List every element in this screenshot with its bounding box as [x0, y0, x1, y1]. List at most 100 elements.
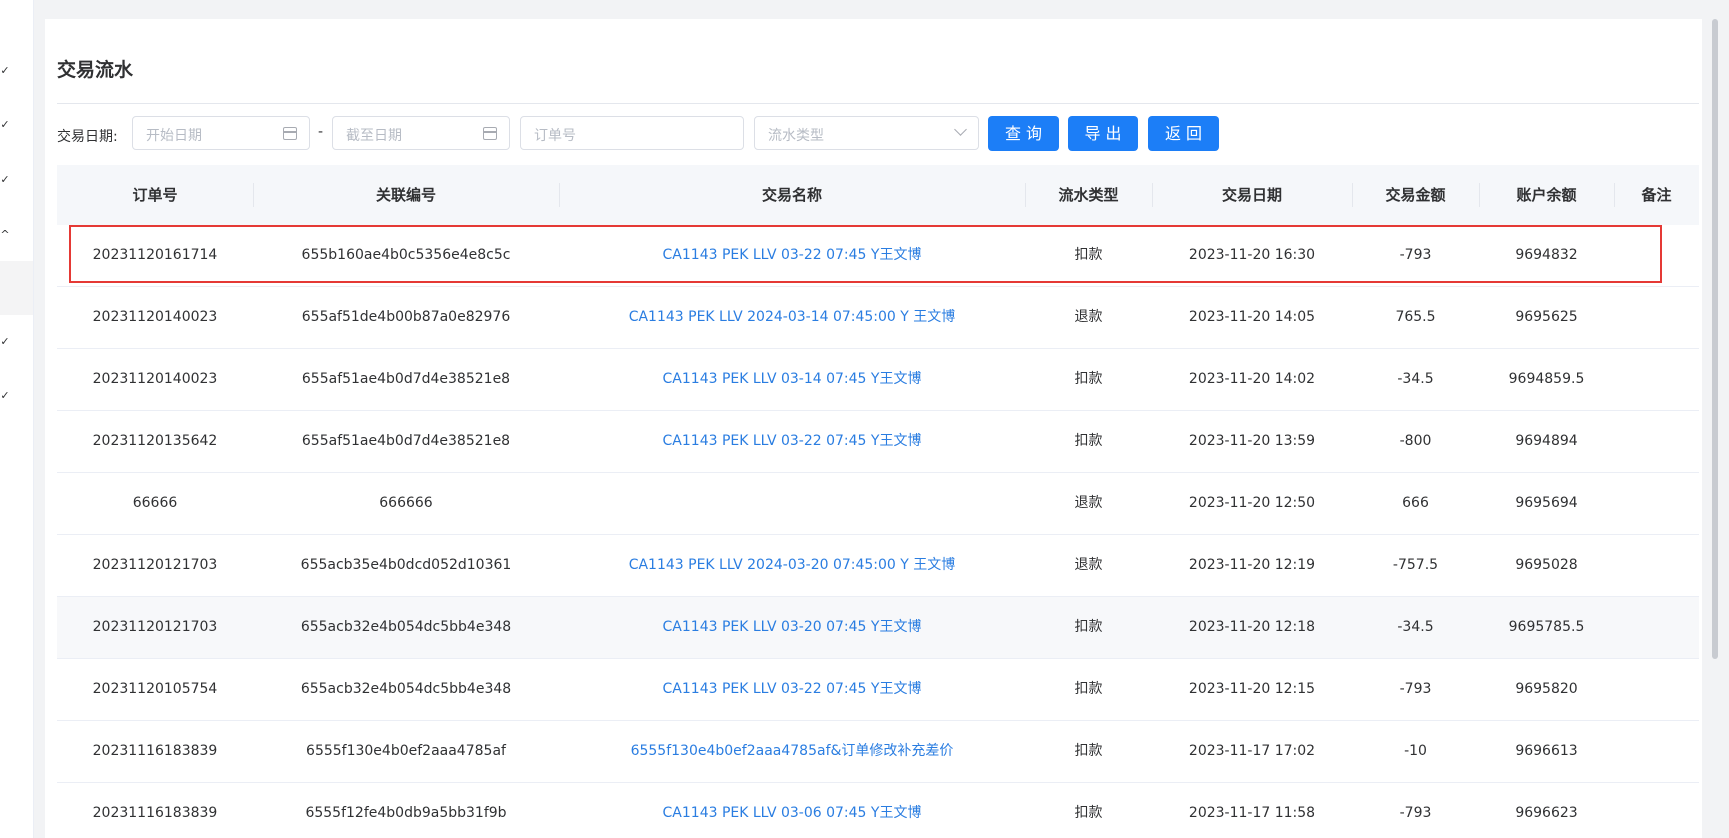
export-button[interactable]: 导 出: [1068, 116, 1138, 151]
cell-type: 退款: [1074, 495, 1103, 511]
vertical-scrollbar[interactable]: [1712, 19, 1718, 659]
cell-date: 2023-11-20 14:05: [1188, 309, 1316, 325]
cell-ref-no: 6555f130e4b0ef2aaa4785af: [306, 743, 506, 759]
cell-order-no: 20231120161714: [92, 247, 218, 263]
cell-remark: [1614, 597, 1699, 658]
cell-balance: 9695028: [1515, 557, 1578, 573]
cell-name[interactable]: CA1143 PEK LLV 2024-03-20 07:45:00 Y 王文博: [559, 535, 1025, 596]
cell-remark: [1614, 349, 1699, 410]
col-header-remark[interactable]: 备注: [1614, 165, 1699, 225]
col-header-order-no[interactable]: 订单号: [57, 165, 253, 225]
cell-type: 退款: [1074, 309, 1103, 325]
cell-order-no: 20231120140023: [92, 309, 218, 325]
cell-amount: 765.5: [1395, 309, 1436, 325]
cell-name[interactable]: CA1143 PEK LLV 03-22 07:45 Y王文博: [559, 411, 1025, 472]
col-header-name[interactable]: 交易名称: [559, 165, 1025, 225]
title-divider: [57, 103, 1699, 104]
chevron-down-icon[interactable]: ✓: [0, 390, 10, 401]
table-row[interactable]: 20231120135642 655af51ae4b0d7d4e38521e8 CA…: [57, 411, 1699, 473]
cell-ref-no: 655af51ae4b0d7d4e38521e8: [301, 371, 511, 387]
date-separator: -: [318, 124, 324, 140]
cell-ref-no: 655acb32e4b054dc5bb4e348: [300, 619, 512, 635]
cell-amount: -800: [1399, 433, 1432, 449]
back-button[interactable]: 返 回: [1148, 116, 1219, 151]
cell-name[interactable]: 6555f130e4b0ef2aaa4785af&订单修改补充差价: [559, 721, 1025, 782]
cell-remark: [1614, 473, 1699, 534]
chevron-down-icon[interactable]: ✓: [0, 65, 10, 76]
cell-remark: [1614, 659, 1699, 720]
cell-date: 2023-11-20 12:15: [1188, 681, 1316, 697]
cell-name[interactable]: CA1143 PEK LLV 2024-03-14 07:45:00 Y 王文博: [559, 287, 1025, 348]
cell-order-no: 20231120121703: [92, 619, 218, 635]
cell-name[interactable]: [559, 473, 1025, 534]
cell-type: 扣款: [1074, 681, 1103, 697]
table-row[interactable]: 20231120105754 655acb32e4b054dc5bb4e348 CA…: [57, 659, 1699, 721]
cell-ref-no: 6555f12fe4b0db9a5bb31f9b: [305, 805, 507, 821]
table-row[interactable]: 20231120140023 655af51de4b00b87a0e82976 CA…: [57, 287, 1699, 349]
end-date-placeholder: 截至日期: [346, 128, 402, 144]
cell-ref-no: 655af51ae4b0d7d4e38521e8: [301, 433, 511, 449]
table-row[interactable]: 20231116183839 6555f130e4b0ef2aaa4785af 65…: [57, 721, 1699, 783]
cell-amount: -34.5: [1397, 619, 1434, 635]
chevron-down-icon: [954, 123, 967, 136]
start-date-input[interactable]: 开始日期: [132, 116, 310, 150]
query-button[interactable]: 查 询: [988, 116, 1059, 151]
table-row[interactable]: 20231120121703 655acb35e4b0dcd052d10361 CA…: [57, 535, 1699, 597]
cell-balance: 9695694: [1515, 495, 1578, 511]
cell-amount: 666: [1402, 495, 1429, 511]
cell-remark: [1614, 287, 1699, 348]
col-header-type[interactable]: 流水类型: [1025, 165, 1152, 225]
cell-ref-no: 666666: [379, 495, 433, 511]
cell-balance: 9696613: [1515, 743, 1578, 759]
cell-name[interactable]: CA1143 PEK LLV 03-14 07:45 Y王文博: [559, 349, 1025, 410]
col-header-balance[interactable]: 账户余额: [1479, 165, 1614, 225]
cell-balance: 9696623: [1515, 805, 1578, 821]
date-label: 交易日期:: [57, 129, 118, 145]
cell-order-no: 20231116183839: [92, 805, 218, 821]
table-row[interactable]: 20231120161714 655b160ae4b0c5356e4e8c5c CA…: [57, 225, 1699, 287]
cell-type: 扣款: [1074, 805, 1103, 821]
cell-order-no: 20231120105754: [92, 681, 218, 697]
cell-name[interactable]: CA1143 PEK LLV 03-06 07:45 Y王文博: [559, 783, 1025, 838]
table-row[interactable]: 20231116183839 6555f12fe4b0db9a5bb31f9b CA…: [57, 783, 1699, 838]
table-row[interactable]: 20231120121703 655acb32e4b054dc5bb4e348 CA…: [57, 597, 1699, 659]
col-header-date[interactable]: 交易日期: [1152, 165, 1352, 225]
cell-name[interactable]: CA1143 PEK LLV 03-22 07:45 Y王文博: [559, 659, 1025, 720]
cell-name[interactable]: CA1143 PEK LLV 03-20 07:45 Y王文博: [559, 597, 1025, 658]
cell-type: 退款: [1074, 557, 1103, 573]
page-title: 交易流水: [57, 59, 134, 81]
cell-amount: -793: [1399, 805, 1432, 821]
cell-balance: 9694894: [1515, 433, 1578, 449]
cell-name[interactable]: CA1143 PEK LLV 03-22 07:45 Y王文博: [559, 225, 1025, 286]
table-row[interactable]: 20231120140023 655af51ae4b0d7d4e38521e8 CA…: [57, 349, 1699, 411]
cell-amount: -793: [1399, 247, 1432, 263]
chevron-down-icon[interactable]: ✓: [0, 119, 10, 130]
type-select[interactable]: 流水类型: [754, 116, 979, 150]
end-date-input[interactable]: 截至日期: [332, 116, 510, 150]
col-header-ref-no[interactable]: 关联编号: [253, 165, 559, 225]
cell-amount: -757.5: [1392, 557, 1439, 573]
cell-date: 2023-11-20 14:02: [1188, 371, 1316, 387]
chevron-down-icon[interactable]: ✓: [0, 336, 10, 347]
cell-balance: 9694832: [1515, 247, 1578, 263]
cell-amount: -793: [1399, 681, 1432, 697]
table-row[interactable]: 66666 666666 退款 2023-11-20 12:50 666 9695694: [57, 473, 1699, 535]
cell-balance: 9695785.5: [1508, 619, 1585, 635]
chevron-up-icon[interactable]: ^: [0, 229, 10, 240]
cell-remark: [1614, 783, 1699, 838]
cell-date: 2023-11-20 12:19: [1188, 557, 1316, 573]
calendar-icon: [283, 127, 297, 140]
chevron-down-icon[interactable]: ✓: [0, 174, 10, 185]
col-header-amount[interactable]: 交易金额: [1352, 165, 1479, 225]
calendar-icon: [483, 127, 497, 140]
sidebar-active-item[interactable]: [0, 261, 33, 315]
cell-balance: 9694859.5: [1508, 371, 1585, 387]
cell-date: 2023-11-20 12:50: [1188, 495, 1316, 511]
filter-bar: 交易日期: 开始日期 - 截至日期 订单号 流水类型 查 询 导 出 返 回: [57, 116, 1697, 152]
content-panel: 交易流水 交易日期: 开始日期 - 截至日期 订单号 流水类型 查 询 导 出 …: [45, 19, 1702, 838]
cell-amount: -34.5: [1397, 371, 1434, 387]
cell-type: 扣款: [1074, 371, 1103, 387]
type-select-placeholder: 流水类型: [768, 128, 824, 144]
order-number-input[interactable]: 订单号: [520, 116, 744, 150]
cell-type: 扣款: [1074, 619, 1103, 635]
